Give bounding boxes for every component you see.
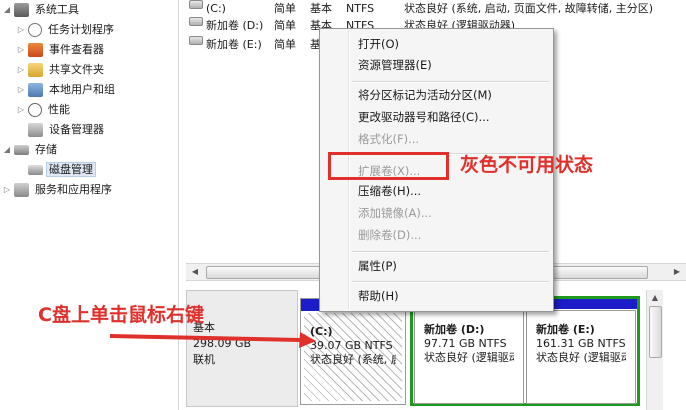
highlight-box <box>328 152 449 180</box>
menu-item-shrink-volume[interactable]: 压缩卷(H)... <box>358 181 421 201</box>
collapse-icon[interactable]: ◢ <box>2 1 12 19</box>
partition-d[interactable]: 新加卷 (D:) 97.71 GB NTFS 状态良好 (逻辑驱动器) <box>414 310 524 404</box>
storage-icon <box>14 145 29 155</box>
annotation-arrow-icon <box>109 332 316 348</box>
expand-icon[interactable]: ▷ <box>16 81 26 99</box>
vertical-scrollbar[interactable]: ▲ <box>646 290 663 410</box>
services-icon <box>14 183 29 197</box>
users-icon <box>28 83 43 97</box>
menu-separator <box>352 281 549 283</box>
volume-row[interactable]: (C:) 简单 基本 NTFS 状态良好 (系统, 启动, 页面文件, 故障转储… <box>186 0 686 17</box>
scroll-right-icon[interactable]: ▶ <box>671 266 683 278</box>
menu-item-help[interactable]: 帮助(H) <box>358 286 399 306</box>
partition-status: 状态良好 (系统, 启 <box>310 353 396 366</box>
scrollbar-thumb[interactable] <box>649 306 662 358</box>
drive-icon <box>189 36 203 45</box>
partition-name: (C:) <box>310 325 333 338</box>
tree-item-disk-management[interactable]: 磁盘管理 <box>16 161 96 179</box>
menu-item-explorer[interactable]: 资源管理器(E) <box>358 55 432 75</box>
tree-item-task-scheduler[interactable]: ▷ 任务计划程序 <box>16 21 117 39</box>
expand-icon[interactable]: ▷ <box>2 181 12 199</box>
drive-icon <box>189 0 203 9</box>
event-viewer-icon <box>28 43 43 57</box>
partition-size: 161.31 GB NTFS <box>536 337 626 350</box>
drive-icon <box>189 17 203 26</box>
expand-icon[interactable]: ▷ <box>16 41 26 59</box>
menu-item-format: 格式化(F)... <box>358 132 420 146</box>
expand-icon[interactable]: ▷ <box>16 21 26 39</box>
annotation-gray-state: 灰色不可用状态 <box>460 154 594 176</box>
scroll-left-icon[interactable]: ◀ <box>189 266 201 278</box>
tree-item-device-manager[interactable]: 设备管理器 <box>16 121 107 139</box>
tree-item-shared-folders[interactable]: ▷ 共享文件夹 <box>16 61 107 79</box>
partition-status: 状态良好 (逻辑驱动器) <box>536 351 626 364</box>
menu-item-mark-active[interactable]: 将分区标记为活动分区(M) <box>358 85 492 105</box>
menu-item-add-mirror: 添加镜像(A)... <box>358 206 432 220</box>
disk-management-icon <box>28 165 43 175</box>
partition-c[interactable]: (C:) 39.07 GB NTFS 状态良好 (系统, 启 <box>300 298 406 405</box>
tree-item-event-viewer[interactable]: ▷ 事件查看器 <box>16 41 107 59</box>
partition-size: 39.07 GB NTFS <box>310 339 393 352</box>
tree-item-services-applications[interactable]: ▷ 服务和应用程序 <box>2 181 115 199</box>
performance-icon <box>28 103 42 117</box>
device-manager-icon <box>28 123 43 137</box>
menu-separator <box>352 251 549 253</box>
menu-item-properties[interactable]: 属性(P) <box>358 256 397 276</box>
scroll-up-icon[interactable]: ▲ <box>649 292 661 304</box>
menu-item-open[interactable]: 打开(O) <box>358 34 399 54</box>
tree-item-system-tools[interactable]: ◢ 系统工具 <box>2 1 82 19</box>
partition-size: 97.71 GB NTFS <box>424 337 507 350</box>
tree-item-local-users-groups[interactable]: ▷ 本地用户和组 <box>16 81 118 99</box>
toolbox-icon <box>14 3 29 17</box>
disk-state: 联机 <box>193 353 215 366</box>
shared-folder-icon <box>28 63 43 77</box>
clock-icon <box>28 23 42 37</box>
partition-e[interactable]: 新加卷 (E:) 161.31 GB NTFS 状态良好 (逻辑驱动器) <box>526 310 636 404</box>
expand-icon[interactable]: ▷ <box>16 101 26 119</box>
menu-separator <box>352 81 549 83</box>
partition-name: 新加卷 (D:) <box>424 323 485 336</box>
partition-name: 新加卷 (E:) <box>536 323 595 336</box>
collapse-icon[interactable]: ◢ <box>2 141 12 159</box>
partition-status: 状态良好 (逻辑驱动器) <box>424 351 514 364</box>
tree-item-performance[interactable]: ▷ 性能 <box>16 101 73 119</box>
menu-item-change-drive-letter[interactable]: 更改驱动器号和路径(C)... <box>358 107 489 127</box>
tree-item-storage[interactable]: ◢ 存储 <box>2 141 60 159</box>
menu-item-delete-volume: 删除卷(D)... <box>358 228 422 242</box>
expand-icon[interactable]: ▷ <box>16 61 26 79</box>
